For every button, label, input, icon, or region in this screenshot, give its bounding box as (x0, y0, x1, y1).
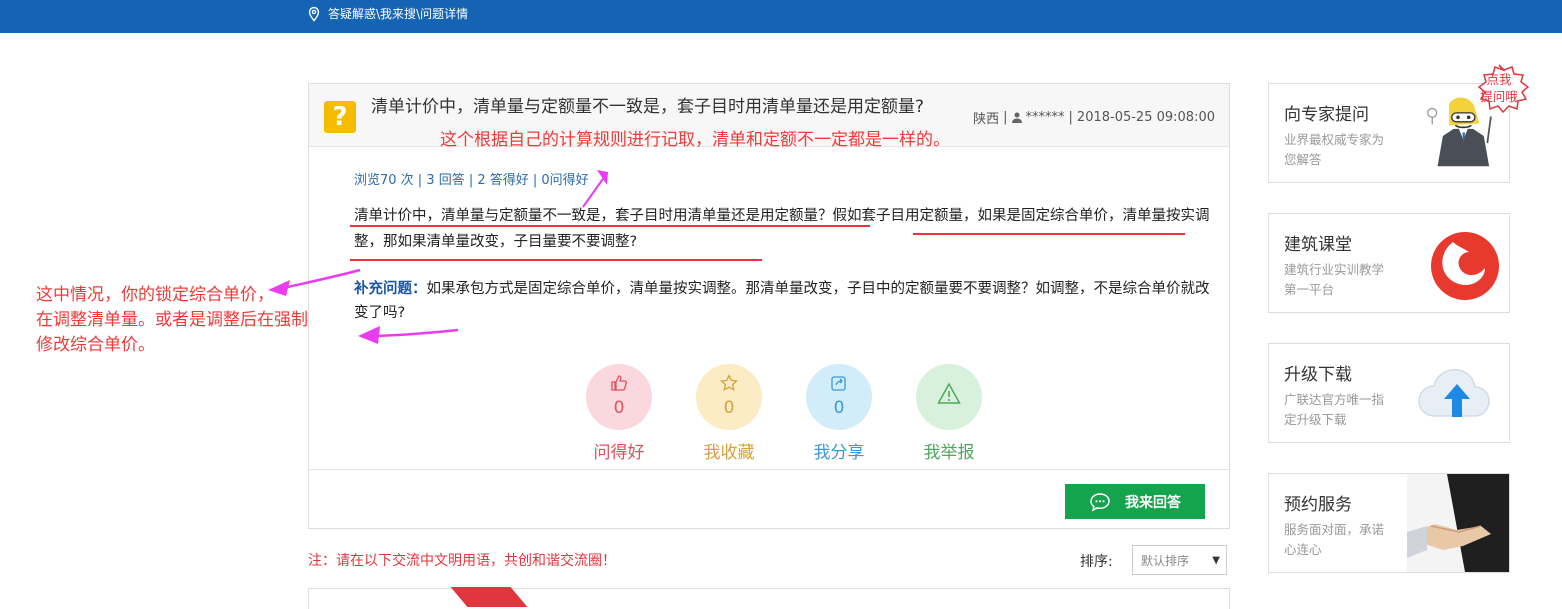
location-pin-icon (308, 6, 320, 22)
ask-expert-subtitle: 业界最权威专家为您解答 (1284, 132, 1385, 167)
meta-divider: | (1068, 110, 1073, 125)
building-class-subtitle: 建筑行业实训教学第一平台 (1284, 262, 1385, 297)
annotation-underline-1 (350, 225, 870, 227)
sort-select[interactable]: 默认排序 ▼ (1132, 545, 1227, 575)
like-count: 0 (613, 398, 625, 418)
question-datetime: 2018-05-25 09:08:00 (1076, 110, 1215, 125)
share-count: 0 (833, 398, 845, 418)
answer-list-panel (308, 587, 1230, 609)
report-label: 我举报 (923, 443, 975, 463)
building-class-title: 建筑课堂 (1284, 235, 1352, 255)
favorite-label: 我收藏 (703, 443, 755, 463)
action-buttons: 0 问得好 0 我收藏 0 我分享 我举报 (569, 364, 989, 464)
question-mark-icon: ? (324, 101, 356, 133)
top-nav-bar: 答疑解惑 \我来搜 \问题详情 (0, 0, 1562, 33)
like-circle: 0 (586, 364, 652, 430)
dropdown-arrow-icon: ▼ (1212, 555, 1220, 566)
chat-bubble-icon (1090, 492, 1110, 511)
flame-logo-icon (1431, 232, 1499, 300)
supplement-label: 补充问题： (354, 281, 427, 297)
cloud-upload-icon (1418, 368, 1490, 417)
handshake-icon (1407, 474, 1509, 572)
breadcrumb-item-search[interactable]: \我来搜 (376, 5, 416, 22)
breadcrumb: 答疑解惑 \我来搜 \问题详情 (306, 5, 468, 22)
breadcrumb-item-qa[interactable]: 答疑解惑 (328, 5, 376, 22)
favorite-circle: 0 (696, 364, 762, 430)
appointment-card[interactable]: 预约服务 服务面对面，承诺心连心 (1268, 473, 1510, 573)
like-label: 问得好 (593, 443, 645, 463)
question-region: 陕西 (973, 112, 1000, 127)
appointment-title: 预约服务 (1284, 495, 1352, 515)
annotation-lock-price-line3: 修改综合单价。 (36, 335, 155, 355)
thumbs-up-icon (611, 375, 628, 391)
share-icon (831, 376, 846, 391)
share-button[interactable]: 0 我分享 (789, 364, 889, 463)
best-answer-ribbon (450, 587, 528, 607)
sort-label: 排序: (1080, 554, 1113, 570)
civility-notice: 注：请在以下交流中文明用语，共创和谐交流圈！ (308, 553, 616, 569)
annotation-lock-price-line2: 在调整清单量。或者是调整后在强制 (36, 310, 308, 330)
upgrade-download-title: 升级下载 (1284, 365, 1352, 385)
question-title: 清单计价中，清单量与定额量不一致是，套子目时用清单量还是用定额量? (371, 97, 925, 117)
upgrade-download-card[interactable]: 升级下载 广联达官方唯一指定升级下载 (1268, 343, 1510, 443)
supplement: 补充问题：如果承包方式是固定综合单价，清单量按实调整。那清单量改变，子目中的定额… (354, 277, 1214, 325)
annotation-underline-3 (350, 259, 762, 261)
building-class-card[interactable]: 建筑课堂 建筑行业实训教学第一平台 (1268, 213, 1510, 313)
favorite-count: 0 (723, 398, 735, 418)
share-circle: 0 (806, 364, 872, 430)
question-meta: 陕西 | ****** | 2018-05-25 09:08:00 (973, 108, 1215, 127)
report-button[interactable]: 我举报 (899, 364, 999, 463)
like-question-button[interactable]: 0 问得好 (569, 364, 669, 463)
ask-badge-text: 点我 提问哦 (1480, 72, 1518, 104)
divider (309, 469, 1229, 470)
meta-divider: | (1003, 110, 1008, 125)
share-label: 我分享 (813, 443, 865, 463)
supplement-text: 如果承包方式是固定综合单价，清单量按实调整。那清单量改变，子目中的定额量要不要调… (354, 281, 1210, 321)
annotation-lock-price-line1: 这中情况，你的锁定综合单价， (36, 285, 274, 305)
appointment-subtitle: 服务面对面，承诺心连心 (1284, 522, 1385, 557)
ask-expert-title: 向专家提问 (1284, 105, 1369, 125)
warning-icon (937, 382, 961, 404)
answer-button[interactable]: 我来回答 (1065, 484, 1205, 519)
question-stats: 浏览70 次 | 3 回答 | 2 答得好 | 0问得好 (354, 173, 589, 188)
report-circle (916, 364, 982, 430)
answer-button-label: 我来回答 (1125, 494, 1181, 511)
sort-selected-value: 默认排序 (1141, 554, 1190, 568)
favorite-button[interactable]: 0 我收藏 (679, 364, 779, 463)
breadcrumb-item-detail: \问题详情 (416, 7, 469, 21)
star-icon (720, 374, 738, 392)
upgrade-download-subtitle: 广联达官方唯一指定升级下载 (1284, 392, 1385, 427)
annotation-underline-2 (913, 233, 1185, 235)
annotation-rules-note: 这个根据自己的计算规则进行记取，清单和定额不一定都是一样的。 (440, 130, 950, 150)
question-user: ****** (1025, 110, 1065, 125)
question-body: 清单计价中，清单量与定额量不一致是，套子目时用清单量还是用定额量？假如套子目用定… (354, 208, 1210, 250)
user-icon (1011, 112, 1022, 123)
